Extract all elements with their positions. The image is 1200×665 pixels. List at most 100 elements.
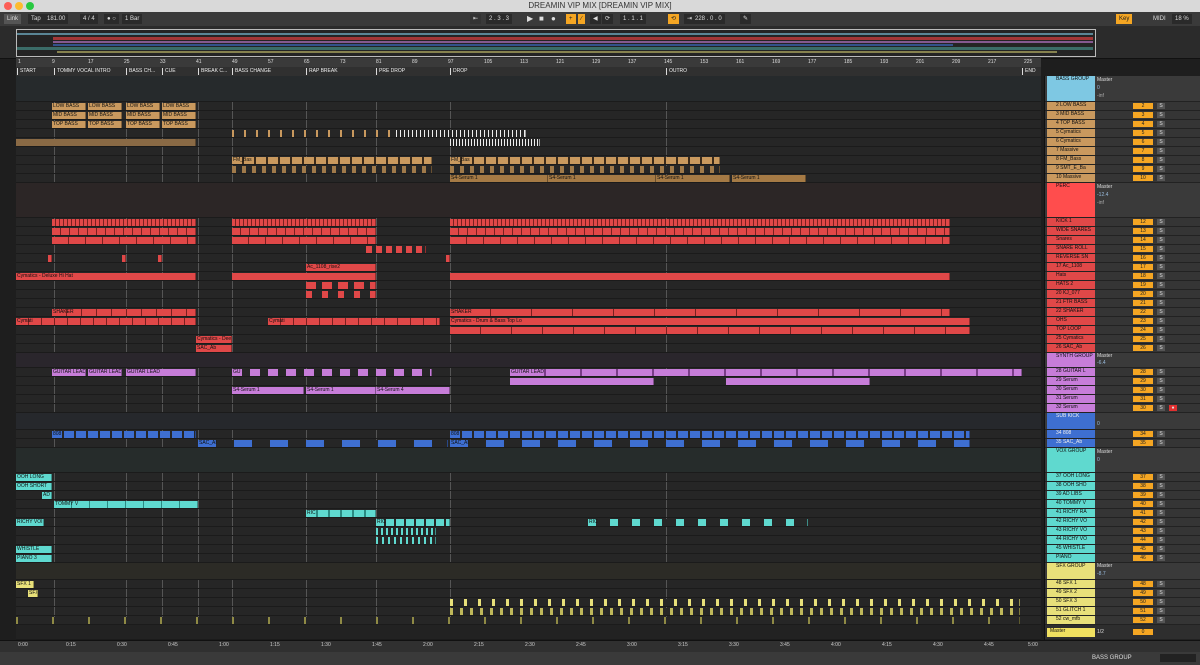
loop-length-field[interactable]: 228 . 0 . 0 — [692, 14, 725, 24]
track-activator[interactable]: 26 — [1133, 345, 1153, 351]
track-lane-wide-snares[interactable] — [16, 227, 1041, 236]
track-lane-kj-077[interactable] — [16, 290, 1041, 299]
track-activator[interactable]: 40 — [1133, 501, 1153, 507]
group-track-sub-kick[interactable]: SUB KICK 0 — [1045, 413, 1200, 430]
volume-value[interactable]: 0 — [1097, 457, 1131, 463]
solo-button[interactable]: S — [1157, 318, 1165, 324]
track-name[interactable]: PERC — [1047, 183, 1095, 217]
locator-end[interactable]: END — [1022, 68, 1036, 75]
track-lane-whistle[interactable]: WHISTLE — [16, 545, 1041, 554]
track-activator[interactable]: 45 — [1133, 546, 1153, 552]
solo-button[interactable]: S — [1157, 440, 1165, 446]
clip[interactable] — [450, 237, 950, 244]
track-name[interactable]: 50 SFX 3 — [1047, 598, 1095, 606]
track-name[interactable]: 43 RICHY VO — [1047, 527, 1095, 535]
clip[interactable] — [450, 228, 950, 235]
track-lane-cymatics-5[interactable] — [16, 129, 1041, 138]
track-lane-hats[interactable]: Cymatics - Deluxe Hi Hat — [16, 272, 1041, 281]
clip[interactable]: SAC_AI — [450, 440, 970, 447]
track-header[interactable]: 3 MID BASS 3 S — [1045, 111, 1200, 120]
track-header[interactable]: 31 Serum 31 S — [1045, 395, 1200, 404]
volume-value[interactable]: 0 — [1097, 85, 1131, 91]
clip[interactable]: RIC — [588, 519, 808, 526]
solo-button[interactable]: S — [1157, 246, 1165, 252]
solo-button[interactable]: S — [1157, 378, 1165, 384]
track-header[interactable]: 43 RICHY VO 43 S — [1045, 527, 1200, 536]
track-lane-top-bass[interactable]: TOP BASS TOP BASS TOP BASS TOP BASS — [16, 120, 1041, 129]
record-arm-button[interactable]: ● — [1169, 405, 1177, 411]
track-activator[interactable]: 41 — [1133, 510, 1153, 516]
track-header[interactable]: REVERSE SN 16 S — [1045, 254, 1200, 263]
play-icon[interactable]: ▶ — [524, 14, 537, 24]
draw-mode-icon[interactable]: ✎ — [740, 14, 752, 24]
track-activator[interactable]: 35 — [1133, 440, 1153, 446]
clip[interactable] — [232, 228, 376, 235]
track-name[interactable]: 10 Massive — [1047, 174, 1095, 182]
clip[interactable]: MID BASS — [126, 112, 160, 119]
clip[interactable]: Cymatics - Dee — [196, 336, 232, 343]
clip[interactable]: SAC_AI — [198, 440, 448, 447]
solo-button[interactable]: S — [1157, 327, 1165, 333]
clip[interactable] — [232, 219, 376, 226]
clip[interactable]: S4-Serum 1 — [450, 175, 548, 182]
track-lane-top-loop[interactable] — [16, 326, 1041, 335]
clip[interactable]: TOP BASS — [162, 121, 196, 128]
track-lane-cw-mfb[interactable] — [16, 616, 1041, 625]
clip[interactable]: LOW BASS — [126, 103, 160, 110]
track-lane-serum-32[interactable] — [16, 404, 1041, 413]
track-activator[interactable]: 21 — [1133, 300, 1153, 306]
track-header[interactable]: 6 Cymatics 6 S — [1045, 138, 1200, 147]
solo-button[interactable]: S — [1157, 617, 1165, 623]
clip[interactable]: Cymati — [268, 318, 440, 325]
output-routing[interactable]: Master — [1097, 77, 1131, 83]
group-track-bass[interactable]: BASS GROUP Master 0 -inf — [1045, 76, 1200, 102]
track-lane-ftr-bass[interactable] — [16, 299, 1041, 308]
track-header[interactable]: 25 Cymatics 25 S — [1045, 335, 1200, 344]
solo-button[interactable]: S — [1157, 148, 1165, 154]
track-name[interactable]: 25 Cymatics — [1047, 335, 1095, 343]
clip[interactable]: TOP BASS — [88, 121, 122, 128]
track-lane-sub-kick[interactable] — [16, 413, 1041, 430]
track-lane-ohs[interactable]: Cymati Cymati Cymatics - Drum & Bass Top… — [16, 317, 1041, 326]
clip[interactable] — [450, 219, 950, 226]
clip[interactable]: SHAKER — [52, 309, 196, 316]
track-activator[interactable]: 8 — [1133, 157, 1153, 163]
clip[interactable]: SFX — [28, 590, 38, 597]
locator-bass-change[interactable]: BASS CHANGE — [232, 68, 271, 75]
solo-button[interactable]: S — [1157, 590, 1165, 596]
clip[interactable]: Ac_1108_rise2 — [306, 264, 376, 271]
clip[interactable] — [450, 166, 720, 173]
track-header[interactable]: 26 SAC_Ab 26 S — [1045, 344, 1200, 353]
track-activator[interactable]: 20 — [1133, 291, 1153, 297]
track-activator[interactable]: 4 — [1133, 121, 1153, 127]
track-lane-richy-ra[interactable]: RIC — [16, 509, 1041, 518]
track-header[interactable]: 4 TOP BASS 4 S — [1045, 120, 1200, 129]
device-chain-toggle[interactable] — [1160, 654, 1196, 662]
clip[interactable]: OOH LONG — [16, 474, 52, 481]
track-name[interactable]: 21 FTR BASS — [1047, 299, 1095, 307]
track-lane-fm-bass[interactable]: FM_Bas FM_Bas — [16, 156, 1041, 165]
track-lane-serum-30[interactable]: S4-Serum 1 S4-Serum 1 S4-Serum 4 — [16, 386, 1041, 395]
record-icon[interactable]: ● — [548, 14, 559, 24]
track-name[interactable]: 28 GUITAR L — [1047, 368, 1095, 376]
loop-start-field[interactable]: 1 . 1 . 1 — [620, 14, 647, 24]
clip[interactable] — [52, 237, 196, 244]
track-activator[interactable]: 23 — [1133, 318, 1153, 324]
clip[interactable] — [376, 528, 436, 535]
track-header[interactable]: 41 RICHY RA 41 S — [1045, 509, 1200, 518]
track-lane-kick[interactable] — [16, 218, 1041, 227]
track-header[interactable]: 44 RICHY VO 44 S — [1045, 536, 1200, 545]
track-header[interactable]: 48 SFX 1 48 S — [1045, 580, 1200, 589]
track-header[interactable]: 28 GUITAR L 28 S — [1045, 368, 1200, 377]
track-name[interactable]: 49 SFX 2 — [1047, 589, 1095, 597]
track-lane-cymatics-25[interactable]: Cymatics - Dee — [16, 335, 1041, 344]
clip[interactable]: LOW BASS — [52, 103, 86, 110]
track-header[interactable]: Snares 14 S — [1045, 236, 1200, 245]
solo-button[interactable]: S — [1157, 555, 1165, 561]
track-activator[interactable]: 6 — [1133, 139, 1153, 145]
clip[interactable]: FM_Bas — [450, 157, 720, 164]
track-lane-reverse-sn[interactable] — [16, 254, 1041, 263]
track-activator[interactable]: 31 — [1133, 396, 1153, 402]
track-activator[interactable]: 46 — [1133, 555, 1153, 561]
track-name[interactable]: 41 RICHY RA — [1047, 509, 1095, 517]
